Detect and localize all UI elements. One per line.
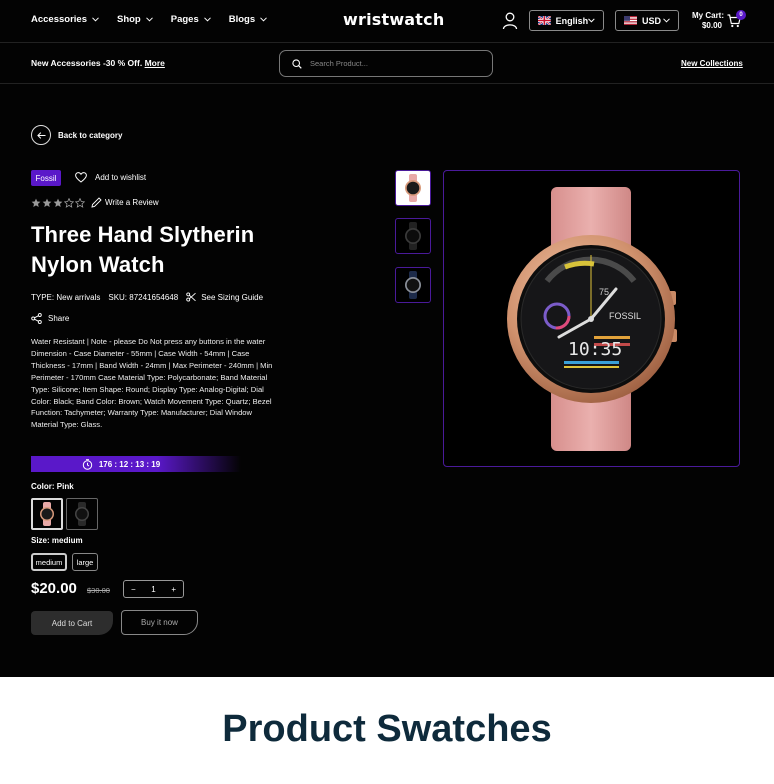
size-option-medium[interactable]: medium (31, 553, 67, 571)
buy-now-button[interactable]: Buy it now (121, 610, 198, 635)
watch-time-text: 10:35 (568, 339, 622, 360)
heart-icon (75, 172, 87, 183)
top-navigation: Accessories Shop Pages Blogs wristwatch (0, 0, 774, 43)
blue-watch-thumbnail (405, 271, 421, 299)
star-empty-icon (64, 198, 74, 208)
size-option-large[interactable]: large (72, 553, 98, 571)
review-label: Write a Review (105, 198, 159, 207)
star-filled-icon (42, 198, 52, 207)
product-main-image[interactable]: FOSSIL 10:35 75 (443, 170, 740, 467)
product-description: Water Resistant | Note - please Do Not p… (31, 337, 273, 430)
menu-pages[interactable]: Pages (171, 14, 211, 25)
quantity-decrease-button[interactable]: − (131, 585, 136, 594)
language-selector[interactable]: English (529, 10, 604, 31)
gallery-thumbnail-1[interactable] (395, 170, 431, 206)
chevron-down-icon (260, 17, 267, 22)
rating-stars (31, 198, 85, 208)
scissors-icon (186, 292, 197, 302)
cart-label: My Cart: (692, 11, 725, 20)
back-label: Back to category (58, 130, 123, 140)
user-account-icon[interactable] (502, 12, 518, 30)
black-watch-thumbnail (75, 502, 89, 526)
original-price: $30.00 (87, 586, 110, 595)
watch-brand-text: FOSSIL (609, 311, 641, 321)
chevron-down-icon (203, 17, 211, 22)
color-label: Color: Pink (31, 482, 74, 491)
black-watch-thumbnail (405, 222, 421, 250)
pink-watch-thumbnail (40, 502, 54, 526)
promo-more-link[interactable]: More (145, 58, 165, 68)
main-menu: Accessories Shop Pages Blogs (31, 14, 285, 25)
current-price: $20.00 (31, 580, 77, 597)
star-empty-icon (75, 198, 85, 208)
site-logo[interactable]: wristwatch (343, 10, 444, 29)
color-swatch-pink[interactable] (31, 498, 63, 530)
countdown-timer: 176 : 12 : 13 : 19 (31, 456, 241, 472)
pencil-icon (91, 197, 102, 208)
star-filled-icon (31, 198, 41, 207)
write-review-link[interactable]: Write a Review (91, 197, 159, 208)
share-icon (31, 313, 42, 324)
quantity-value[interactable]: 1 (151, 585, 155, 594)
search-input[interactable] (310, 59, 470, 68)
countdown-value: 176 : 12 : 13 : 19 (98, 459, 161, 469)
sizing-guide-label: See Sizing Guide (201, 292, 264, 302)
quantity-increase-button[interactable]: + (171, 585, 176, 594)
product-meta: TYPE: New arrivals SKU: 87241654648 See … (31, 292, 271, 302)
menu-accessories[interactable]: Accessories (31, 14, 99, 25)
star-filled-icon (53, 198, 63, 207)
sizing-guide-link[interactable]: See Sizing Guide (186, 292, 271, 302)
product-sku: SKU: 87241654648 (108, 292, 179, 302)
cart-summary[interactable]: My Cart: $0.00 (692, 11, 724, 31)
watch-small-number: 75 (599, 287, 609, 297)
currency-value: USD (642, 15, 662, 26)
menu-blogs-label: Blogs (228, 14, 256, 25)
size-label: Size: medium (31, 536, 83, 545)
uk-flag-icon (538, 16, 551, 25)
page-caption: Product Swatches (222, 708, 552, 750)
product-title-line-2: Nylon Watch (31, 252, 165, 277)
chevron-down-icon (588, 18, 595, 23)
promo-message: New Accessories -30 % Off. More (31, 58, 165, 68)
color-swatch-black[interactable] (66, 498, 98, 530)
search-icon (292, 58, 302, 69)
menu-shop-label: Shop (116, 14, 141, 25)
quantity-stepper: − 1 + (123, 580, 184, 598)
chevron-down-icon (92, 17, 99, 22)
add-to-cart-button[interactable]: Add to Cart (31, 611, 113, 635)
back-to-category-link[interactable]: Back to category (31, 125, 122, 145)
clock-icon (82, 458, 93, 470)
promo-bar: New Accessories -30 % Off. More New Coll… (0, 43, 774, 84)
brand-badge[interactable]: Fossil (31, 170, 61, 186)
menu-accessories-label: Accessories (31, 14, 87, 25)
product-title: Three Hand Slytherin Nylon Watch (31, 220, 291, 280)
share-label: Share (48, 314, 70, 323)
chevron-down-icon (145, 17, 153, 22)
gallery-thumbnail-2[interactable] (395, 218, 431, 254)
share-button[interactable]: Share (31, 313, 69, 324)
gallery-thumbnail-3[interactable] (395, 267, 431, 303)
add-to-wishlist-button[interactable]: Add to wishlist (75, 172, 146, 183)
menu-shop[interactable]: Shop (117, 14, 153, 25)
pink-smartwatch-image: FOSSIL 10:35 75 (507, 187, 677, 451)
language-value: English (555, 15, 589, 26)
product-page: Accessories Shop Pages Blogs wristwatch (0, 0, 774, 677)
us-flag-icon (624, 16, 637, 25)
cart-total: $0.00 (701, 21, 723, 30)
new-collections-link[interactable]: New Collections (681, 59, 743, 68)
product-title-line-1: Three Hand Slytherin (31, 222, 255, 247)
currency-selector[interactable]: USD (615, 10, 679, 31)
menu-pages-label: Pages (170, 14, 199, 25)
wishlist-label: Add to wishlist (95, 173, 147, 182)
cart-count-badge: 0 (736, 10, 746, 20)
menu-blogs[interactable]: Blogs (229, 14, 267, 25)
product-type: TYPE: New arrivals (31, 292, 101, 302)
search-bar (279, 50, 493, 77)
chevron-down-icon (663, 18, 670, 23)
promo-text: New Accessories -30 % Off. (31, 58, 143, 68)
pink-watch-thumbnail (405, 174, 421, 202)
back-arrow-icon (31, 125, 51, 145)
